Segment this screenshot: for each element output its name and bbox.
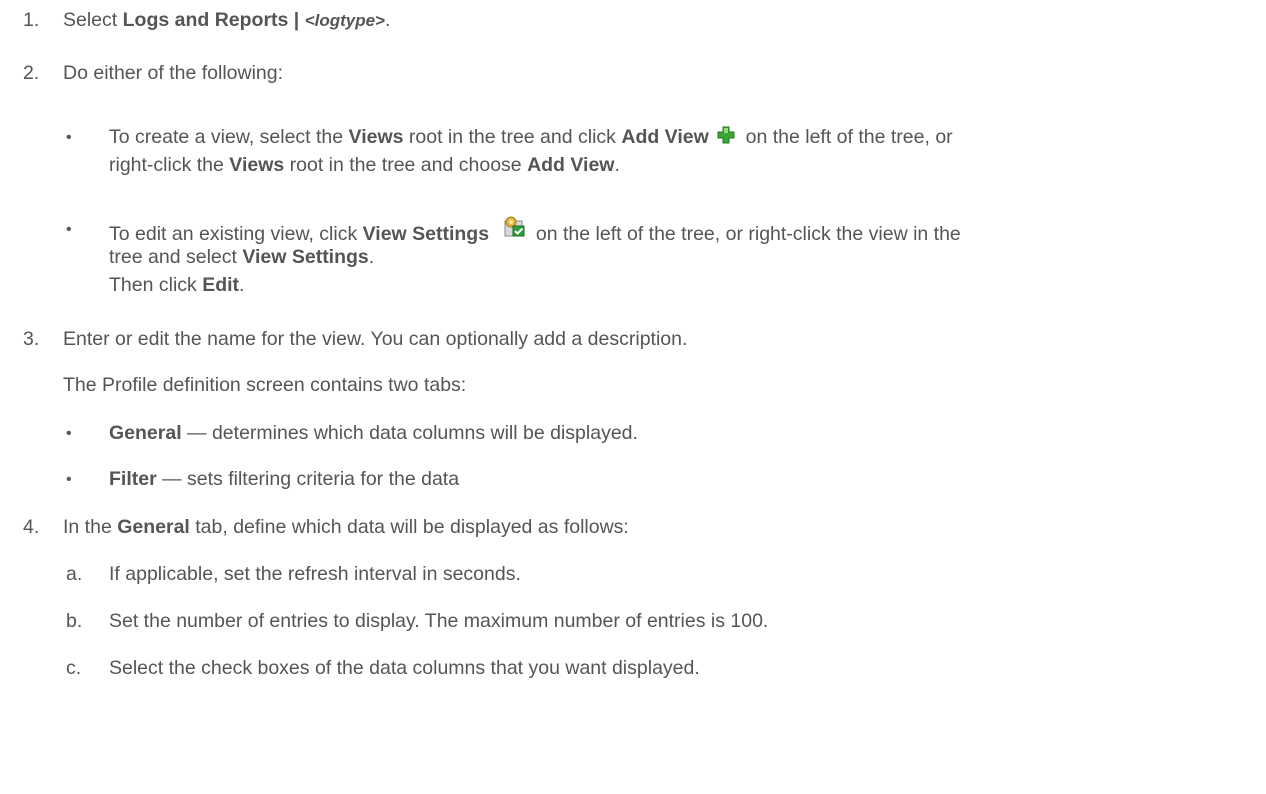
substep-b-label: b. <box>66 610 83 632</box>
substep-a-label: a. <box>66 563 83 585</box>
substep-b-text: Set the number of entries to display. Th… <box>109 610 769 632</box>
general-tab-item: General — determines which data columns … <box>109 422 638 444</box>
substep-a-text: If applicable, set the refresh interval … <box>109 563 521 585</box>
general-tab-ref: General <box>117 516 190 538</box>
step-4-text: In the General tab, define which data wi… <box>63 516 629 538</box>
add-view-label: Add View <box>621 126 709 148</box>
add-view-icon <box>716 125 736 153</box>
step-2-text: Do either of the following: <box>63 62 284 84</box>
edit-label: Edit <box>202 274 240 296</box>
create-view-line-1: To create a view, select the Views root … <box>109 124 953 153</box>
step-2-number: 2. <box>23 62 40 84</box>
create-view-line-2: right-click the Views root in the tree a… <box>109 154 620 176</box>
bullet: • <box>66 471 72 488</box>
bullet: • <box>66 221 72 238</box>
step-1-text: Select Logs and Reports | <logtype>. <box>63 7 390 34</box>
step-1-prefix: Select <box>63 9 123 31</box>
substep-c-label: c. <box>66 657 82 679</box>
edit-view-line-2: tree and select View Settings. <box>109 246 375 268</box>
view-settings-label: View Settings <box>362 223 490 245</box>
filter-tab-item: Filter — sets filtering criteria for the… <box>109 468 460 490</box>
menu-path: Logs and Reports | <box>122 9 305 31</box>
logtype-placeholder: <logtype> <box>304 11 385 30</box>
views-root-label: Views <box>348 126 404 148</box>
step-1-number: 1. <box>23 9 40 31</box>
filter-tab-label: Filter <box>109 468 157 490</box>
step-3-number: 3. <box>23 328 40 350</box>
substep-c-text: Select the check boxes of the data colum… <box>109 657 700 679</box>
view-settings-icon <box>504 216 526 246</box>
step-3-text: Enter or edit the name for the view. You… <box>63 328 688 350</box>
bullet: • <box>66 425 72 442</box>
general-tab-label: General <box>109 422 182 444</box>
step-4-number: 4. <box>23 516 40 538</box>
bullet: • <box>66 129 72 146</box>
step-1-suffix: . <box>385 9 391 31</box>
edit-view-line-3: Then click Edit. <box>109 274 245 296</box>
profile-tabs-intro: The Profile definition screen contains t… <box>63 374 467 396</box>
